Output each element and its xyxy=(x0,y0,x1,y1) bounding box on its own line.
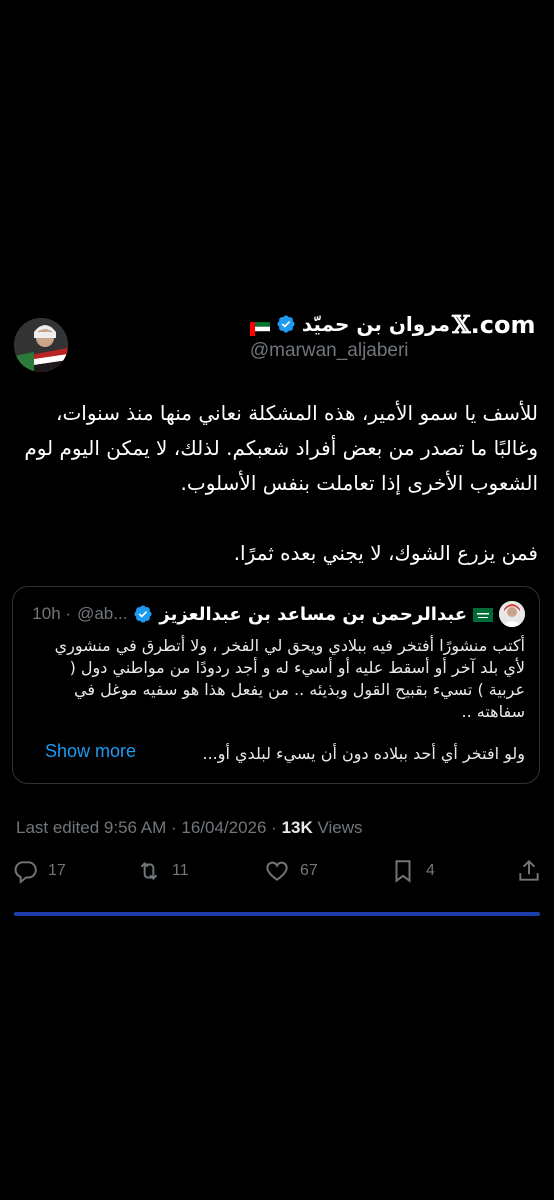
views-count: 13K xyxy=(281,818,313,837)
video-progress-bar[interactable] xyxy=(14,912,540,916)
retweet-button[interactable]: 11 xyxy=(136,858,189,884)
quoted-text: أكتب منشورًا أفتخر فيه ببلادي ويحق لي ال… xyxy=(45,635,525,723)
author-name[interactable]: مروان بن حميّد xyxy=(302,312,450,336)
show-more-link[interactable]: Show more xyxy=(45,741,136,762)
like-button[interactable]: 67 xyxy=(264,858,318,884)
saudi-flag-icon xyxy=(473,607,493,622)
share-icon xyxy=(519,859,539,881)
reply-button[interactable]: 17 xyxy=(12,858,66,884)
uae-flag-icon xyxy=(249,317,270,336)
author-info: مروان بن حميّد @marwan_aljaberi xyxy=(249,312,450,362)
heart-icon xyxy=(266,861,288,881)
avatar-image-icon xyxy=(14,318,68,372)
reply-count: 17 xyxy=(48,862,66,879)
bookmark-count: 4 xyxy=(426,862,435,879)
like-count: 67 xyxy=(300,862,318,879)
quoted-timestamp: · 10h xyxy=(32,604,72,623)
verified-badge-icon xyxy=(134,605,152,623)
tweet-meta: Last edited 9:56 AM · 16/04/2026 · 13K V… xyxy=(16,818,363,838)
tweet-paragraph: للأسف يا سمو الأمير، هذه المشكلة نعاني م… xyxy=(24,401,538,495)
action-bar: 17 11 67 4 xyxy=(0,858,554,892)
quoted-avatar[interactable] xyxy=(499,601,525,627)
verified-badge-icon xyxy=(277,315,295,333)
reply-icon xyxy=(14,861,37,884)
quoted-author-name[interactable]: عبدالرحمن بن مساعد بن عبدالعزيز xyxy=(159,604,467,625)
share-button[interactable] xyxy=(516,858,542,884)
bookmark-button[interactable]: 4 xyxy=(390,858,435,884)
quoted-paragraph: أكتب منشورًا أفتخر فيه ببلادي ويحق لي ال… xyxy=(54,636,525,721)
author-name-row[interactable]: مروان بن حميّد xyxy=(249,312,450,336)
quoted-author-handle[interactable]: @ab... xyxy=(77,604,127,624)
views-label: Views xyxy=(312,818,363,837)
quoted-avatar-image-icon xyxy=(499,601,525,627)
edited-timestamp[interactable]: Last edited 9:56 AM · 16/04/2026 · xyxy=(16,818,282,837)
quoted-last-line: ولو افتخر أي أحد ببلاده دون أن يسيء لبلد… xyxy=(202,744,526,763)
quoted-header: عبدالرحمن بن مساعد بن عبدالعزيز @ab... ·… xyxy=(32,601,525,627)
retweet-icon xyxy=(140,862,158,880)
quoted-tweet[interactable]: عبدالرحمن بن مساعد بن عبدالعزيز @ab... ·… xyxy=(12,586,540,784)
retweet-count: 11 xyxy=(172,862,189,879)
tweet-text: للأسف يا سمو الأمير، هذه المشكلة نعاني م… xyxy=(20,396,538,571)
progress-fill xyxy=(14,912,540,916)
x-logo[interactable]: 𝕏.com xyxy=(452,310,535,339)
author-handle[interactable]: @marwan_aljaberi xyxy=(250,340,450,362)
author-avatar[interactable] xyxy=(14,318,68,372)
tweet-paragraph: فمن يزرع الشوك، لا يجني بعده ثمرًا. xyxy=(233,541,538,565)
bookmark-icon xyxy=(395,860,411,883)
